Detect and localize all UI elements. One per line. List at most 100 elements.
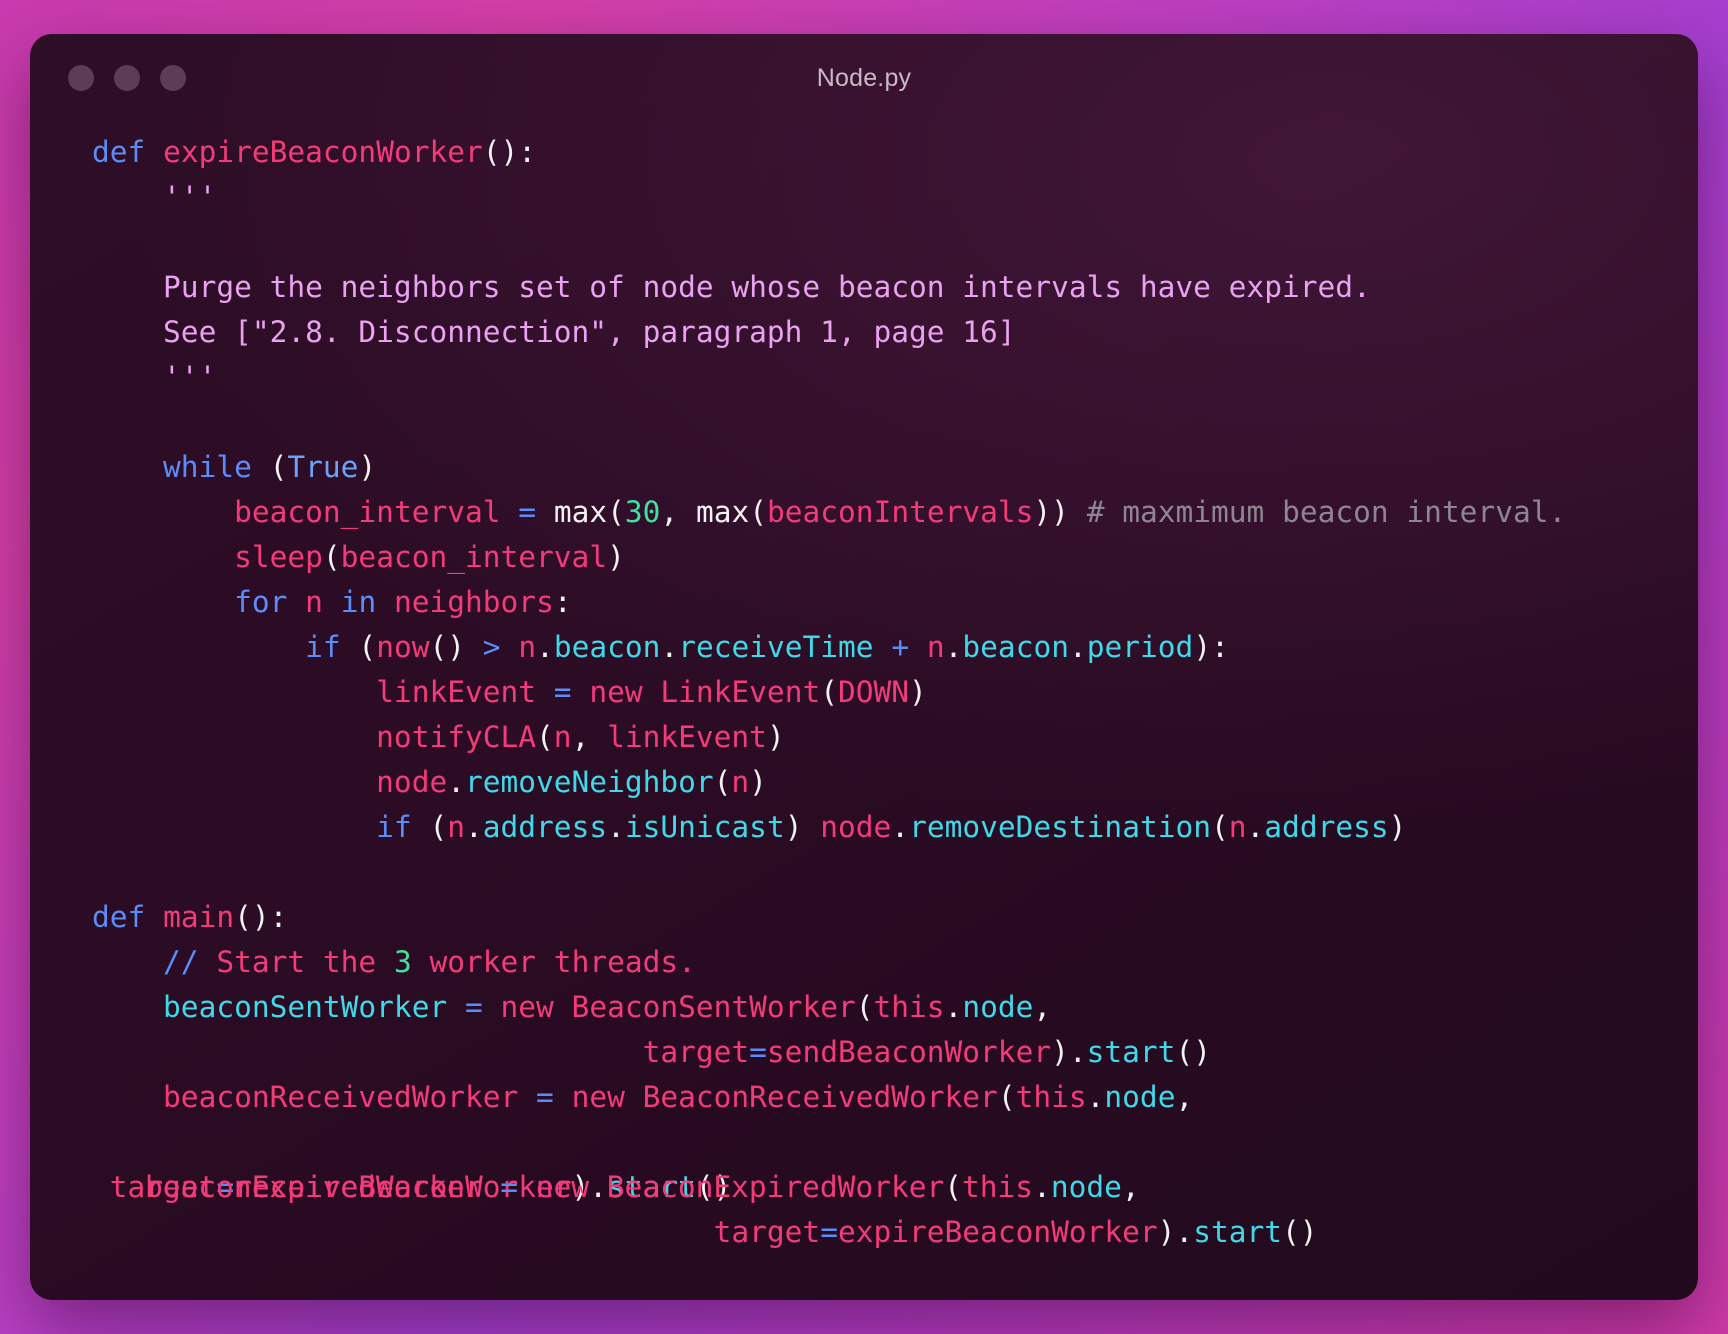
code-line-6: ''' xyxy=(92,355,1698,400)
code-line-8-token-2: ( xyxy=(251,450,288,484)
code-line-22-token-10: , xyxy=(1175,1080,1194,1114)
code-line-13: linkEvent = new LinkEvent(DOWN) xyxy=(92,670,1698,715)
code-line-20-token-10: , xyxy=(1033,990,1052,1024)
code-line-11-token-8: : xyxy=(553,585,572,619)
code-line-10-token-2: ( xyxy=(322,540,341,574)
code-line-10-token-1: sleep xyxy=(234,540,323,574)
code-line-15-token-1: node xyxy=(376,765,448,799)
code-line-10-token-4: ) xyxy=(607,540,625,574)
code-line-9-token-8: , xyxy=(660,495,696,529)
code-line-final-token-2: = xyxy=(820,1215,838,1249)
code-line-2-token-0: ''' xyxy=(92,180,217,214)
code-line-9-token-11: beaconIntervals xyxy=(767,495,1034,529)
code-line-12-token-3: now xyxy=(376,630,430,664)
code-line-9-token-9: max xyxy=(695,495,750,529)
code-line-5-token-0: See ["2.8. Disconnection", paragraph 1, … xyxy=(92,315,1016,349)
overlap-b-token-6: this xyxy=(962,1170,1034,1204)
code-line-final: target=expireBeaconWorker).start() xyxy=(92,1210,1698,1255)
code-line-final-token-5: start xyxy=(1193,1215,1283,1249)
code-line-12-token-5 xyxy=(465,630,483,664)
code-line-19-token-2 xyxy=(199,945,217,979)
zoom-dot-icon[interactable] xyxy=(160,65,186,91)
code-line-16-token-10: . xyxy=(891,810,910,844)
code-line-13-token-4 xyxy=(572,675,590,709)
code-line-20-token-8: . xyxy=(944,990,963,1024)
code-line-18-token-0: def xyxy=(92,900,146,934)
code-line-8-token-3: True xyxy=(287,450,359,484)
code-line-15-token-0 xyxy=(92,765,376,799)
overlap-b-token-8: node xyxy=(1050,1170,1122,1204)
overlap-layer-b: beaconExpiredWorker = new BeaconExpiredW… xyxy=(145,1165,1140,1210)
code-line-12: if (now() > n.beacon.receiveTime + n.bea… xyxy=(92,625,1698,670)
code-line-12-token-17: . xyxy=(944,630,963,664)
overlap-b-token-4: new BeaconExpiredWorker xyxy=(535,1170,945,1204)
code-line-12-token-18: beacon xyxy=(962,630,1069,664)
code-line-11-token-4 xyxy=(323,585,341,619)
code-line-final-token-3: expireBeaconWorker xyxy=(837,1215,1158,1249)
code-line-11: for n in neighbors: xyxy=(92,580,1698,625)
code-line-20-token-9: node xyxy=(962,990,1034,1024)
code-line-20-token-1: beaconSentWorker xyxy=(163,990,448,1024)
code-line-19-token-0 xyxy=(92,945,163,979)
code-line-22-token-7: this xyxy=(1015,1080,1087,1114)
code-line-1: def expireBeaconWorker(): xyxy=(92,130,1698,175)
code-line-21-token-1: target xyxy=(642,1035,750,1069)
code-line-11-token-0 xyxy=(92,585,234,619)
code-line-19: // Start the 3 worker threads. xyxy=(92,940,1698,985)
code-line-20-token-5: new BeaconSentWorker xyxy=(500,990,856,1024)
code-line-14-token-2: ( xyxy=(536,720,554,754)
code-line-11-token-7: neighbors xyxy=(393,585,554,619)
close-dot-icon[interactable] xyxy=(68,65,94,91)
code-line-16-token-1: if xyxy=(376,810,412,844)
code-line-18: def main(): xyxy=(92,895,1698,940)
code-editor-area[interactable]: def expireBeaconWorker(): ''' Purge the … xyxy=(30,122,1698,1255)
code-line-20-token-0 xyxy=(92,990,163,1024)
code-line-12-token-7 xyxy=(501,630,519,664)
code-line-18-token-2: main xyxy=(163,900,235,934)
code-window: Node.py def expireBeaconWorker(): ''' Pu… xyxy=(30,34,1698,1300)
code-line-12-token-1: if xyxy=(305,630,341,664)
code-line-12-token-13 xyxy=(874,630,892,664)
overlap-b-token-1 xyxy=(482,1170,500,1204)
code-line-1-token-2: expireBeaconWorker xyxy=(163,135,483,169)
code-line-4: Purge the neighbors set of node whose be… xyxy=(92,265,1698,310)
code-line-4-token-0: Purge the neighbors set of node whose be… xyxy=(92,270,1371,304)
overlap-b-token-2: = xyxy=(500,1170,518,1204)
code-line-final-token-1: target xyxy=(713,1215,821,1249)
code-line-14-token-4: , xyxy=(571,720,608,754)
code-line-22-token-3: = xyxy=(536,1080,554,1114)
code-line-16-token-2: ( xyxy=(411,810,448,844)
code-line-21-token-4: ). xyxy=(1051,1035,1087,1069)
overlap-b-token-7: . xyxy=(1033,1170,1051,1204)
code-line-20-token-4 xyxy=(483,990,501,1024)
code-line-12-token-21: ): xyxy=(1193,630,1229,664)
code-line-9-token-3: = xyxy=(518,495,537,529)
code-line-12-token-9: . xyxy=(536,630,554,664)
overlap-b-token-9: , xyxy=(1121,1170,1140,1204)
code-line-20-token-7: this xyxy=(873,990,945,1024)
code-line-9-token-10: ( xyxy=(749,495,767,529)
code-line-9-token-5: max xyxy=(553,495,608,529)
code-line-16-token-4: . xyxy=(465,810,483,844)
code-line-11-token-2 xyxy=(287,585,305,619)
code-line-12-token-20: period xyxy=(1086,630,1194,664)
code-line-5: See ["2.8. Disconnection", paragraph 1, … xyxy=(92,310,1698,355)
overlap-b-token-5: ( xyxy=(944,1170,963,1204)
code-line-final-token-0 xyxy=(92,1215,714,1249)
code-line-10-token-3: beacon_interval xyxy=(340,540,608,574)
code-line-8: while (True) xyxy=(92,445,1698,490)
code-line-8-token-0 xyxy=(92,450,163,484)
code-line-16-token-6: . xyxy=(607,810,625,844)
code-line-16-token-14: . xyxy=(1246,810,1265,844)
code-line-9-token-13: # maxmimum beacon interval. xyxy=(1068,495,1567,529)
code-line-14-token-6: ) xyxy=(766,720,785,754)
overlap-b-token-3 xyxy=(518,1170,536,1204)
code-line-14-token-3: n xyxy=(553,720,572,754)
minimize-dot-icon[interactable] xyxy=(114,65,140,91)
overlap-b-token-0: beaconExpiredWorker xyxy=(145,1170,483,1204)
code-line-16-token-5: address xyxy=(482,810,608,844)
code-line-16-token-11: removeDestination xyxy=(909,810,1211,844)
